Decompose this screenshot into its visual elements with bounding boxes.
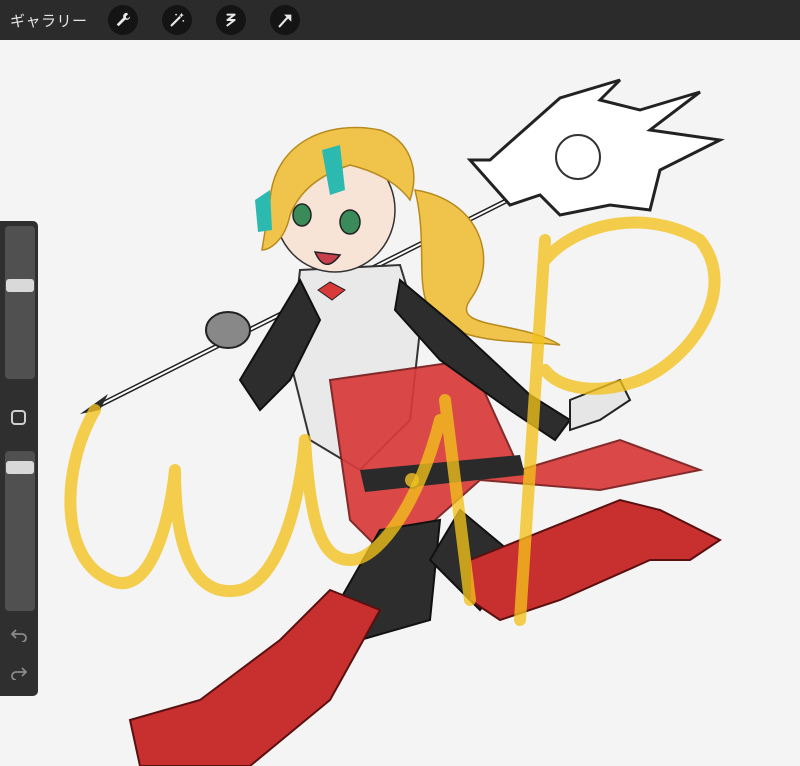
drawing-canvas[interactable] — [0, 40, 800, 766]
selection-icon — [225, 13, 236, 27]
boot-left — [128, 588, 382, 766]
gallery-button[interactable]: ギャラリー — [10, 10, 88, 31]
illustration — [64, 78, 725, 766]
opacity-slider[interactable] — [5, 451, 35, 611]
transform-button[interactable] — [269, 5, 300, 35]
eye-right — [339, 209, 361, 235]
actions-button[interactable] — [107, 5, 138, 35]
brush-size-slider[interactable] — [5, 226, 35, 379]
modify-button[interactable] — [11, 410, 26, 425]
adjustments-button[interactable] — [161, 5, 192, 35]
left-sidebar — [0, 221, 38, 696]
opacity-thumb[interactable] — [6, 461, 34, 474]
top-toolbar: ギャラリー — [0, 0, 800, 40]
eye-left — [292, 203, 312, 227]
brush-size-thumb[interactable] — [6, 279, 34, 292]
boot-right — [469, 498, 722, 622]
left-hand — [205, 311, 251, 349]
undo-button[interactable] — [10, 626, 28, 642]
magic-wand-icon — [170, 12, 184, 27]
axe-head — [466, 78, 725, 217]
transform-arrow-icon — [278, 14, 291, 28]
selection-button[interactable] — [215, 5, 246, 35]
redo-button[interactable] — [10, 664, 28, 680]
wrench-icon — [116, 12, 130, 27]
